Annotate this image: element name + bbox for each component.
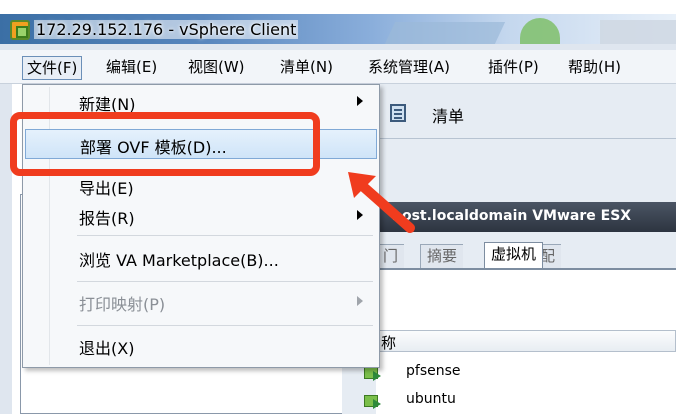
- submenu-arrow-icon: [357, 296, 363, 306]
- tab-virtual-machines-selected[interactable]: 虚拟机: [484, 242, 544, 269]
- column-header-label: 称: [381, 334, 397, 352]
- inventory-icon[interactable]: [390, 104, 406, 122]
- host-title: host.localdomain VMware ESX: [392, 208, 632, 224]
- menu-item-report[interactable]: 报告(R): [25, 201, 377, 231]
- menu-item-exit[interactable]: 退出(X): [25, 331, 377, 361]
- annotation-arrow-icon: [348, 172, 415, 233]
- menu-view[interactable]: 视图(W): [184, 56, 249, 80]
- tab-strip: 门 摘要 资源分配 虚拟机: [376, 240, 676, 269]
- annotation-highlight-box: [10, 112, 320, 176]
- host-title-bar: host.localdomain VMware ESX: [376, 202, 676, 232]
- desktop-backdrop-shape: [384, 22, 506, 44]
- menu-administration[interactable]: 系统管理(A): [364, 56, 454, 80]
- menu-bar: 文件(F) 编辑(E) 视图(W) 清单(N) 系统管理(A) 插件(P) 帮助…: [0, 50, 676, 84]
- menu-item-label: 退出(X): [79, 339, 135, 358]
- menu-edit[interactable]: 编辑(E): [102, 56, 161, 80]
- menu-inventory[interactable]: 清单(N): [276, 56, 337, 80]
- vm-running-icon: [364, 393, 382, 409]
- window-title: 172.29.152.176 - vSphere Client: [34, 20, 299, 39]
- menu-item-label: 打印映射(P): [79, 295, 166, 314]
- menu-item-browse-va-marketplace[interactable]: 浏览 VA Marketplace(B)...: [25, 243, 377, 273]
- vm-name: pfsense: [406, 363, 461, 379]
- menu-help[interactable]: 帮助(H): [564, 56, 625, 80]
- menu-separator: [77, 281, 373, 282]
- inventory-breadcrumb[interactable]: 清单: [432, 103, 464, 127]
- vm-name: ubuntu: [406, 391, 456, 407]
- menu-file[interactable]: 文件(F): [22, 56, 83, 80]
- submenu-arrow-icon: [357, 96, 363, 106]
- menu-plugins[interactable]: 插件(P): [484, 56, 543, 80]
- menu-item-label: 报告(R): [79, 209, 135, 228]
- tab-getting-started[interactable]: 门: [376, 244, 405, 268]
- title-bar: 172.29.152.176 - vSphere Client: [0, 0, 676, 44]
- menu-item-print-maps[interactable]: 打印映射(P): [25, 287, 377, 317]
- menu-item-label: 浏览 VA Marketplace(B)...: [79, 251, 279, 270]
- toolbar-divider: [342, 138, 676, 139]
- vsphere-app-icon: [10, 20, 30, 40]
- menu-item-label: 导出(E): [79, 179, 134, 198]
- menu-separator: [77, 235, 373, 236]
- desktop-backdrop-shape: [600, 20, 676, 44]
- menu-separator: [77, 325, 373, 326]
- tab-summary[interactable]: 摘要: [420, 244, 464, 268]
- column-header-name[interactable]: 称: [376, 330, 676, 352]
